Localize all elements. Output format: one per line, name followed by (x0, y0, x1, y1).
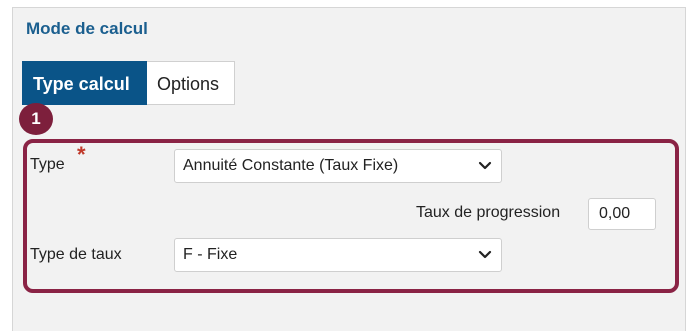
tab-options[interactable]: Options (147, 61, 235, 105)
progression-rate-input[interactable]: 0,00 (588, 198, 656, 230)
type-select-value: Annuité Constante (Taux Fixe) (183, 157, 399, 174)
rate-type-select-value: F - Fixe (183, 246, 238, 263)
tab-bar: Type calcul Options (22, 61, 235, 105)
tab-type-calcul[interactable]: Type calcul (22, 61, 147, 105)
type-label: Type (30, 156, 65, 173)
type-select[interactable]: Annuité Constante (Taux Fixe) (174, 149, 502, 183)
rate-type-label: Type de taux (30, 246, 122, 263)
required-marker: * (77, 142, 86, 167)
panel-title: Mode de calcul (26, 19, 148, 38)
progression-rate-label: Taux de progression (416, 204, 561, 221)
rate-type-select[interactable]: F - Fixe (174, 238, 502, 272)
chevron-down-icon (478, 161, 492, 170)
step-number-badge: 1 (19, 103, 53, 135)
chevron-down-icon (478, 250, 492, 259)
